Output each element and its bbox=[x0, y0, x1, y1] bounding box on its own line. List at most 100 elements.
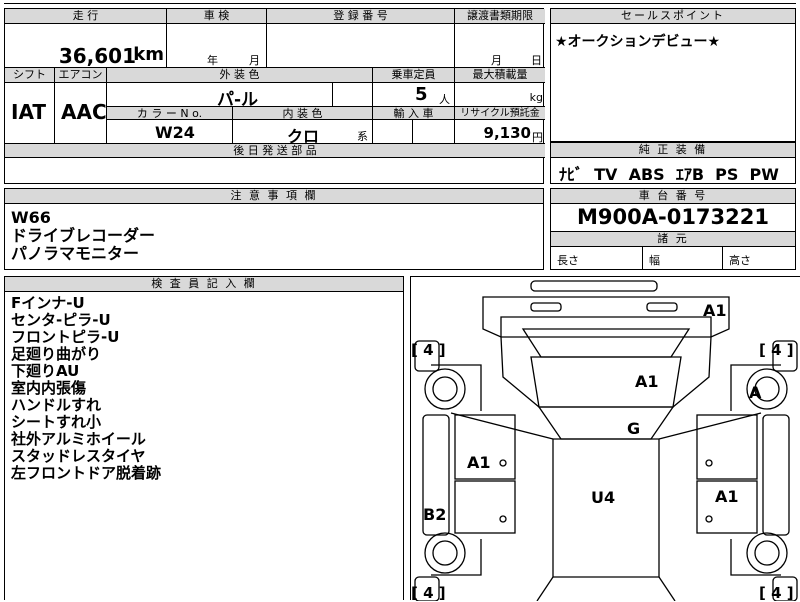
dims-height: 高さ bbox=[723, 246, 795, 270]
recycle-unit: 円 bbox=[532, 131, 543, 144]
tire-left-top: [ 4 ] bbox=[411, 341, 446, 359]
inspector-line: 足廻り曲がり bbox=[11, 345, 102, 363]
shift-cell: IAT bbox=[5, 83, 55, 144]
inspector-header: 検 査 員 記 入 欄 bbox=[5, 277, 403, 292]
max-load-unit: kg bbox=[529, 91, 543, 104]
mileage-cell: 36,601 km bbox=[5, 24, 167, 68]
equipment-box: 純 正 装 備 ﾅﾋﾞ TV ABS ｴｱB PS PW bbox=[550, 142, 796, 184]
notes-line: W66 bbox=[11, 208, 51, 227]
inspector-line: 左フロントドア脱着跡 bbox=[11, 464, 162, 482]
shift-value: IAT bbox=[11, 100, 47, 124]
notes-box: 注 意 事 項 欄 W66 ドライブレコーダー パノラマモニター bbox=[4, 188, 544, 270]
later-parts-label: 後 日 発 送 部 品 bbox=[5, 144, 545, 158]
color-no-cell: W24 bbox=[107, 120, 233, 144]
interior-cell: クロ 系 bbox=[233, 120, 373, 146]
inspector-list: Fインナ-U センタ-ピラ-U フロントピラ-U 足廻り曲がり 下廻りAU 室内… bbox=[11, 295, 161, 482]
length-label: 長さ bbox=[557, 254, 579, 267]
mileage-unit: km bbox=[133, 44, 164, 65]
inspector-line: フロントピラ-U bbox=[11, 328, 120, 346]
inspection-label: 車 検 bbox=[167, 9, 267, 24]
mark-a1-top: A1 bbox=[703, 301, 727, 320]
mark-g: G bbox=[627, 419, 641, 438]
interior-label: 内 装 色 bbox=[233, 107, 373, 120]
tire-left-top-value: 4 bbox=[423, 341, 434, 359]
transfer-month: 月 bbox=[491, 54, 502, 67]
capacity-unit: 人 bbox=[439, 93, 450, 106]
height-label: 高さ bbox=[729, 254, 751, 267]
car-outline bbox=[414, 280, 798, 601]
tire-right-top-value: 4 bbox=[771, 341, 782, 359]
transfer-label: 譲渡書類期限 bbox=[455, 9, 545, 24]
inspector-line: 下廻りAU bbox=[11, 362, 80, 380]
max-load-cell: kg bbox=[455, 83, 545, 107]
later-parts-cell bbox=[5, 158, 543, 184]
capacity-cell: 5 人 bbox=[373, 83, 455, 107]
equipment-value: ﾅﾋﾞ TV ABS ｴｱB PS PW bbox=[559, 165, 779, 184]
exterior-cell: パ-ル bbox=[107, 83, 333, 110]
tire-right-top: [ 4 ] bbox=[759, 341, 794, 359]
dims-header: 諸 元 bbox=[551, 231, 795, 247]
mark-b2: B2 bbox=[423, 505, 447, 524]
dims-width: 幅 bbox=[643, 246, 723, 270]
inspection-month: 月 bbox=[249, 54, 260, 67]
car-diagram: [ 4 ] [ 4 ] [ 4 ] [ 4 ] A1 A1 A G A1 U4 … bbox=[410, 276, 800, 602]
recycle-value: 9,130 bbox=[483, 124, 531, 142]
inspector-line: センタ-ピラ-U bbox=[11, 311, 111, 329]
shift-label: シフト bbox=[5, 68, 55, 83]
sales-point-header: セールスポイント bbox=[551, 9, 795, 24]
registration-cell bbox=[267, 24, 455, 68]
inspector-box: 検 査 員 記 入 欄 Fインナ-U センタ-ピラ-U フロントピラ-U 足廻り… bbox=[4, 276, 404, 600]
import-label: 輸 入 車 bbox=[373, 107, 455, 120]
inspector-line: 室内内張傷 bbox=[11, 379, 87, 397]
ac-value: AAC bbox=[61, 100, 107, 124]
color-no-value: W24 bbox=[155, 123, 195, 142]
mileage-label: 走 行 bbox=[5, 9, 167, 24]
transfer-cell: 月 日 bbox=[455, 24, 545, 68]
chassis-value: M900A-0173221 bbox=[577, 205, 769, 229]
mark-a-right-wheel: A bbox=[749, 383, 762, 402]
inspector-line: シートすれ小 bbox=[11, 413, 102, 431]
ac-label: エアコン bbox=[55, 68, 107, 83]
sales-point-box: セールスポイント ★オークションデビュー★ bbox=[550, 8, 796, 142]
width-label: 幅 bbox=[649, 254, 660, 267]
top-strip bbox=[4, 0, 796, 4]
tire-right-bottom-value: 4 bbox=[771, 584, 782, 602]
mark-a1-right: A1 bbox=[715, 487, 739, 506]
inspection-year: 年 bbox=[207, 54, 218, 67]
capacity-value: 5 bbox=[415, 84, 428, 105]
interior-suffix: 系 bbox=[357, 130, 368, 143]
tire-right-bottom: [ 4 ] bbox=[759, 584, 794, 602]
dims-row: 長さ 幅 高さ bbox=[551, 246, 795, 270]
inspector-line: 社外アルミホイール bbox=[11, 430, 146, 448]
inspector-line: Fインナ-U bbox=[11, 294, 85, 312]
tire-left-bottom: [ 4 ] bbox=[411, 584, 446, 602]
inspector-line: スタッドレスタイヤ bbox=[11, 447, 146, 465]
dims-length: 長さ bbox=[551, 246, 643, 270]
notes-line: ドライブレコーダー bbox=[11, 226, 156, 245]
chassis-header: 車 台 番 号 bbox=[551, 189, 795, 204]
chassis-box: 車 台 番 号 M900A-0173221 諸 元 長さ 幅 高さ bbox=[550, 188, 796, 270]
notes-list: W66 ドライブレコーダー パノラマモニター bbox=[11, 209, 155, 263]
mark-a1-left: A1 bbox=[467, 453, 491, 472]
inspection-cell: 年 月 bbox=[167, 24, 267, 68]
exterior-sub-cell bbox=[333, 83, 373, 107]
notes-header: 注 意 事 項 欄 bbox=[5, 189, 543, 204]
notes-line: パノラマモニター bbox=[11, 244, 140, 263]
mark-a1-roof: A1 bbox=[635, 372, 659, 391]
mileage-value: 36,601 bbox=[58, 44, 136, 68]
inspector-line: ハンドルすれ bbox=[11, 396, 102, 414]
exterior-label: 外 装 色 bbox=[107, 68, 373, 83]
ac-cell: AAC bbox=[55, 83, 107, 144]
recycle-cell: 9,130 円 bbox=[455, 120, 545, 144]
color-no-label: カ ラ ー N o. bbox=[107, 107, 233, 120]
equipment-header: 純 正 装 備 bbox=[551, 143, 795, 158]
capacity-label: 乗車定員 bbox=[373, 68, 455, 83]
import-cell-b bbox=[413, 120, 455, 144]
registration-label: 登 録 番 号 bbox=[267, 9, 455, 24]
import-cell-a bbox=[373, 120, 413, 144]
recycle-label: リサイクル預託金 bbox=[455, 107, 545, 120]
sales-point-text: ★オークションデビュー★ bbox=[555, 34, 721, 50]
spec-table: 走 行 車 検 登 録 番 号 譲渡書類期限 36,601 km 年 月 月 日… bbox=[4, 8, 545, 184]
max-load-label: 最大積載量 bbox=[455, 68, 545, 83]
transfer-day: 日 bbox=[531, 54, 542, 67]
